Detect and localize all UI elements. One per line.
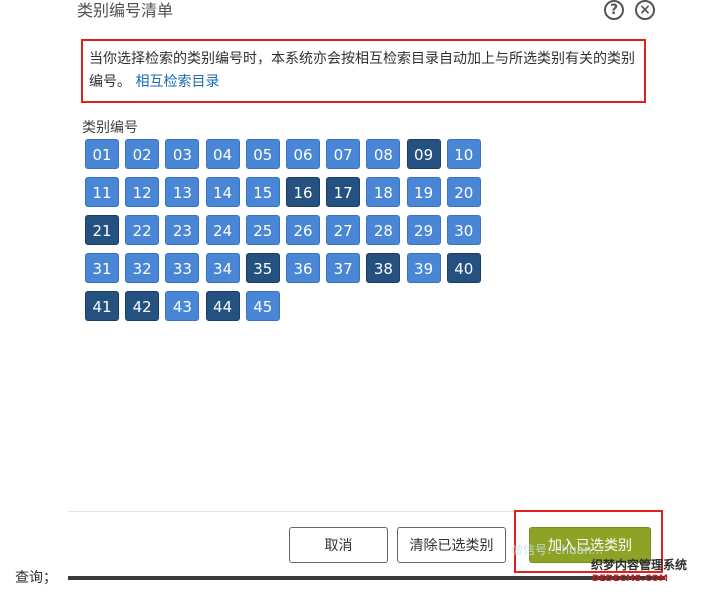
wechat-watermark: 微信号: chuan...	[511, 543, 604, 557]
category-code-44[interactable]: 44	[205, 291, 240, 321]
category-code-10[interactable]: 10	[446, 139, 481, 169]
category-code-27[interactable]: 27	[326, 215, 361, 245]
category-code-36[interactable]: 36	[286, 253, 320, 283]
category-code-29[interactable]: 29	[406, 215, 441, 245]
category-code-02[interactable]: 02	[125, 139, 160, 169]
category-code-25[interactable]: 25	[245, 215, 280, 245]
category-code-18[interactable]: 18	[366, 177, 401, 207]
category-code-35[interactable]: 35	[245, 253, 280, 283]
category-code-39[interactable]: 39	[406, 253, 441, 283]
category-code-21[interactable]: 21	[85, 215, 119, 245]
category-code-03[interactable]: 03	[165, 139, 200, 169]
clear-selected-button[interactable]: 清除已选类别	[397, 527, 506, 563]
category-code-40[interactable]: 40	[446, 253, 481, 283]
category-code-17[interactable]: 17	[326, 177, 361, 207]
category-code-04[interactable]: 04	[205, 139, 240, 169]
dialog-title-bar: 类别编号清单 ? ×	[68, 0, 665, 27]
dialog-title: 类别编号清单	[77, 1, 174, 20]
category-code-07[interactable]: 07	[326, 139, 361, 169]
category-code-19[interactable]: 19	[406, 177, 441, 207]
category-code-06[interactable]: 06	[286, 139, 320, 169]
category-code-23[interactable]: 23	[165, 215, 200, 245]
category-code-01[interactable]: 01	[85, 139, 119, 169]
category-code-05[interactable]: 05	[245, 139, 280, 169]
dialog-bottom-edge	[68, 576, 665, 580]
category-code-15[interactable]: 15	[245, 177, 280, 207]
category-code-14[interactable]: 14	[205, 177, 240, 207]
category-code-30[interactable]: 30	[446, 215, 481, 245]
cancel-button[interactable]: 取消	[289, 527, 388, 563]
category-code-08[interactable]: 08	[366, 139, 401, 169]
close-icon[interactable]: ×	[635, 0, 655, 20]
category-code-43[interactable]: 43	[165, 291, 200, 321]
category-code-09[interactable]: 09	[406, 139, 441, 169]
category-code-20[interactable]: 20	[446, 177, 481, 207]
site-watermark: 织梦内容管理系统	[591, 558, 688, 572]
category-code-22[interactable]: 22	[125, 215, 160, 245]
category-code-34[interactable]: 34	[205, 253, 240, 283]
help-icon[interactable]: ?	[604, 0, 624, 20]
category-code-28[interactable]: 28	[366, 215, 401, 245]
category-code-31[interactable]: 31	[85, 253, 119, 283]
category-code-45[interactable]: 45	[245, 291, 280, 321]
category-label: 类别编号	[82, 120, 138, 136]
category-code-33[interactable]: 33	[165, 253, 200, 283]
cross-search-link[interactable]: 相互检索目录	[135, 74, 219, 90]
category-code-16[interactable]: 16	[286, 177, 320, 207]
category-code-42[interactable]: 42	[125, 291, 160, 321]
category-code-26[interactable]: 26	[286, 215, 320, 245]
domain-watermark: DEDECMS.COM	[592, 574, 668, 584]
category-code-38[interactable]: 38	[366, 253, 401, 283]
notice-box: 当你选择检索的类别编号时，本系统亦会按相互检索目录自动加上与所选类别有关的类别编…	[81, 39, 646, 103]
category-code-13[interactable]: 13	[165, 177, 200, 207]
category-code-12[interactable]: 12	[125, 177, 160, 207]
category-dialog: 类别编号清单 ? × 当你选择检索的类别编号时，本系统亦会按相互检索目录自动加上…	[68, 0, 665, 580]
category-code-24[interactable]: 24	[205, 215, 240, 245]
category-code-41[interactable]: 41	[85, 291, 119, 321]
category-code-32[interactable]: 32	[125, 253, 160, 283]
category-code-37[interactable]: 37	[326, 253, 361, 283]
category-code-11[interactable]: 11	[85, 177, 119, 207]
query-label: 查询；	[15, 570, 57, 586]
